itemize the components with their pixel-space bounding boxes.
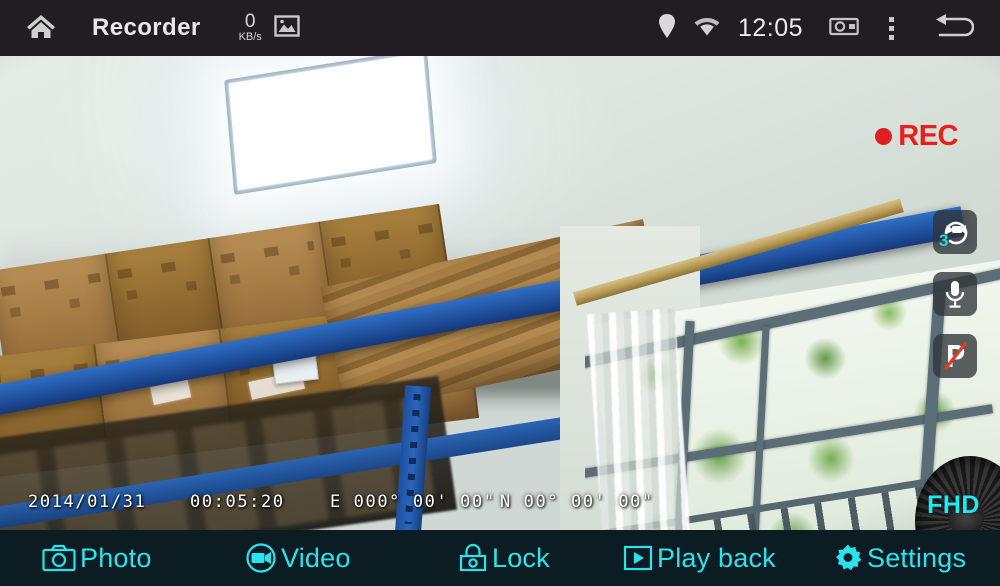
status-bar: Recorder 0 KB/s 12:05 [0,0,1000,56]
gear-icon [833,543,863,573]
settings-button[interactable]: Settings [833,530,966,586]
lock-label: Lock [492,542,550,573]
location-pin-icon [658,13,676,44]
playback-button[interactable]: Play back [623,530,776,586]
photo-button[interactable]: Photo [42,530,152,586]
photo-label: Photo [80,542,152,573]
network-speed: 0 KB/s [239,12,262,44]
recorder-app: Recorder 0 KB/s 12:05 REC 3 2014/01/31 0… [0,0,1000,586]
status-bar-left: Recorder 0 KB/s [0,12,300,44]
lock-button[interactable]: Lock [458,530,550,586]
network-speed-value: 0 [244,11,256,32]
microphone-button[interactable] [933,272,977,316]
status-bar-right: 12:05 [658,13,1000,44]
photo-camera-icon [42,544,76,572]
lock-icon [458,543,488,573]
clock: 12:05 [737,13,803,42]
recording-indicator: REC [875,120,958,153]
resolution-badge: FHD [927,491,980,519]
kebab-menu-icon[interactable] [889,16,894,40]
play-icon [623,544,653,572]
loop-duration-badge: 3 [939,231,949,250]
parking-monitor-button[interactable] [933,334,977,378]
camera-icon[interactable] [829,15,859,42]
record-dot-icon [875,128,893,145]
preview-side-controls: 3 [933,210,977,378]
playback-label: Play back [657,542,776,573]
back-arrow-icon[interactable] [932,13,975,44]
image-icon[interactable] [274,14,300,42]
network-speed-unit: KB/s [238,31,262,43]
video-label: Video [281,542,351,573]
home-icon[interactable] [26,13,56,44]
video-button[interactable]: Video [245,530,351,586]
loop-recording-button[interactable]: 3 [933,210,977,254]
wifi-icon [692,15,722,42]
settings-label: Settings [867,542,967,573]
preview-scene [0,56,1000,530]
camera-preview[interactable]: REC 3 2014/01/31 00:05:20 E 000° 00' 00"… [0,56,1000,530]
app-title: Recorder [92,14,201,41]
scene-curtain [586,308,692,530]
bottom-toolbar: Photo Video Lock Play back Settings [0,530,1000,586]
video-camera-icon [245,543,277,573]
recording-label: REC [898,120,958,152]
